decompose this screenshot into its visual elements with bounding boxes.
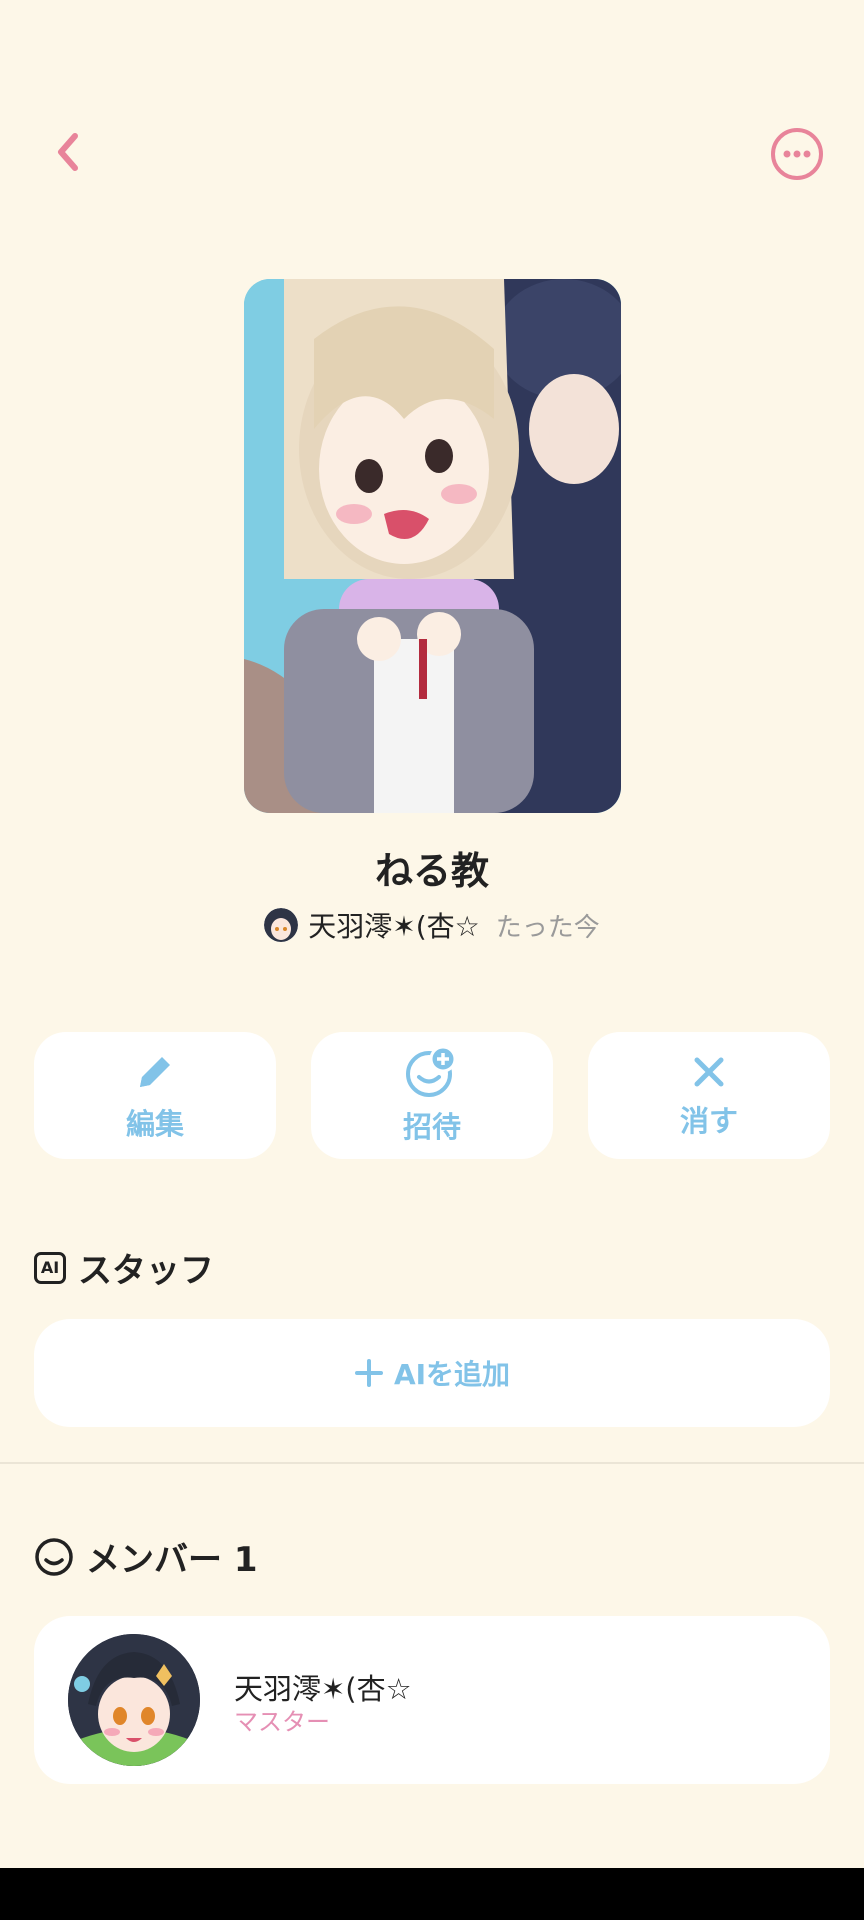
timestamp: たった今 — [495, 912, 600, 943]
add-ai-label: AIを追加 — [393, 1358, 511, 1391]
edit-label: 編集 — [125, 1106, 184, 1141]
edit-button[interactable]: 編集 — [34, 1032, 276, 1159]
ai-staff-section-title: AI スタッフ — [34, 1243, 214, 1292]
ai-section-label: スタッフ — [78, 1251, 214, 1291]
invite-button[interactable]: 招待 — [311, 1032, 553, 1159]
invite-label: 招待 — [402, 1109, 461, 1144]
members-section-title: メンバー 1 — [34, 1532, 258, 1581]
add-ai-button[interactable]: AIを追加 — [34, 1319, 830, 1427]
group-cover-image[interactable] — [244, 279, 621, 813]
delete-label: 消す — [679, 1103, 738, 1138]
delete-button[interactable]: 消す — [588, 1032, 830, 1159]
chevron-left-icon — [58, 133, 78, 171]
section-divider — [0, 1462, 864, 1464]
more-horizontal-icon — [771, 128, 823, 180]
pencil-icon — [140, 1056, 170, 1087]
system-navigation-bar — [0, 1868, 864, 1920]
member-avatar[interactable] — [68, 1634, 200, 1766]
creator-name: 天羽澪✶(杏☆ — [308, 910, 480, 943]
anime-character-illustration — [244, 279, 621, 813]
plus-icon — [354, 1359, 383, 1387]
group-title: ねる教 — [374, 849, 489, 893]
creator-info: 天羽澪✶(杏☆ たった今 — [0, 905, 864, 945]
ai-icon: AI — [34, 1251, 66, 1284]
more-button[interactable] — [770, 127, 824, 181]
add-friend-icon — [406, 1045, 457, 1097]
smile-icon — [35, 1537, 73, 1576]
member-list-item[interactable]: 天羽澪✶(杏☆ マスター — [34, 1616, 830, 1784]
close-icon — [694, 1057, 724, 1086]
member-role: マスター — [234, 1708, 330, 1736]
members-section-label: メンバー 1 — [86, 1540, 258, 1580]
back-button[interactable] — [44, 128, 92, 176]
creator-avatar[interactable] — [264, 908, 299, 942]
